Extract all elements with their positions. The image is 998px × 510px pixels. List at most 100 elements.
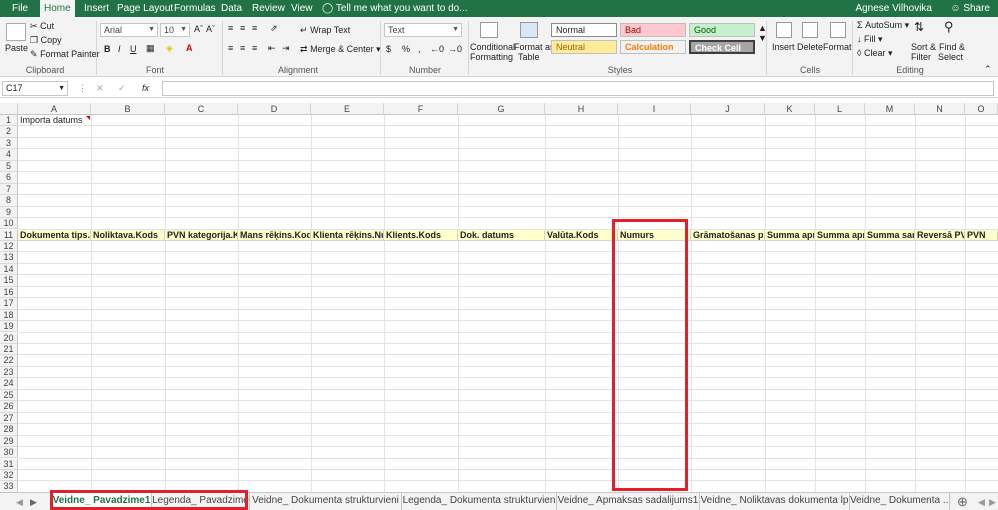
row-header-15[interactable]: 15 — [0, 275, 18, 287]
align-right-icon[interactable]: ≡ — [252, 43, 257, 53]
tab-file[interactable]: File — [8, 0, 32, 17]
column-header-b[interactable]: B — [91, 103, 165, 115]
font-color-icon[interactable]: A — [186, 43, 193, 53]
header-cell-a11[interactable]: Dokumenta tips.K — [18, 229, 91, 241]
scroll-right-icon[interactable]: ▶ — [30, 497, 37, 508]
decrease-font-icon[interactable]: Aˇ — [206, 24, 215, 34]
header-cell-k11[interactable]: Summa apm — [765, 229, 815, 241]
find-select-label2[interactable]: Select — [938, 52, 963, 62]
row-header-16[interactable]: 16 — [0, 286, 18, 299]
sheet-tab-4[interactable]: Legenda_ Dokumenta strukturvien — [402, 493, 557, 510]
font-name-select[interactable]: Arial ▼ — [100, 23, 158, 37]
row-header-32[interactable]: 32 — [0, 469, 18, 482]
increase-font-icon[interactable]: Aˆ — [194, 24, 203, 34]
column-header-c[interactable]: C — [165, 103, 238, 115]
cell-a1[interactable]: Importa datums — [18, 115, 91, 126]
copy-button[interactable]: ❐ Copy — [30, 35, 62, 46]
comma-button[interactable]: , — [418, 44, 421, 54]
row-header-4[interactable]: 4 — [0, 149, 18, 161]
tab-review[interactable]: Review — [248, 0, 289, 17]
scroll-left-icon[interactable]: ◀ — [16, 497, 23, 508]
align-left-icon[interactable]: ≡ — [228, 43, 233, 53]
wrap-text-button[interactable]: ↵ Wrap Text — [300, 25, 350, 36]
find-select-label[interactable]: Find & — [939, 42, 965, 52]
sort-filter-label2[interactable]: Filter — [911, 52, 931, 62]
sheet-tab-3[interactable]: Veidne_ Dokumenta strukturvieni — [250, 493, 402, 510]
row-header-14[interactable]: 14 — [0, 263, 18, 276]
header-cell-g11[interactable]: Dok. datums — [458, 229, 545, 241]
orientation-icon[interactable]: ⇗ — [270, 23, 278, 34]
tab-page-layout[interactable]: Page Layout — [113, 0, 177, 17]
tab-home[interactable]: Home — [40, 0, 75, 17]
row-header-2[interactable]: 2 — [0, 126, 18, 138]
row-header-26[interactable]: 26 — [0, 401, 18, 413]
format-as-table-label2[interactable]: Table — [518, 52, 540, 62]
row-header-29[interactable]: 29 — [0, 435, 18, 447]
row-header-21[interactable]: 21 — [0, 344, 18, 356]
header-cell-d11[interactable]: Mans rēķins.Kods — [238, 229, 311, 241]
row-header-25[interactable]: 25 — [0, 389, 18, 402]
header-cell-o11[interactable]: PVN — [965, 229, 998, 241]
row-header-30[interactable]: 30 — [0, 447, 18, 459]
style-check-cell[interactable]: Check Cell — [689, 40, 755, 54]
merge-center-button[interactable]: ⇄ Merge & Center ▾ — [300, 44, 381, 55]
row-header-17[interactable]: 17 — [0, 298, 18, 310]
delete-button[interactable]: Delete — [797, 42, 823, 52]
format-as-table-label[interactable]: Format as — [514, 42, 555, 52]
cancel-icon[interactable]: ✕ — [96, 83, 104, 94]
row-header-31[interactable]: 31 — [0, 458, 18, 470]
select-all-corner[interactable] — [0, 103, 18, 115]
font-size-select[interactable]: 10 ▼ — [160, 23, 190, 37]
tab-view[interactable]: View — [287, 0, 317, 17]
italic-button[interactable]: I — [118, 44, 121, 54]
row-header-5[interactable]: 5 — [0, 160, 18, 173]
conditional-formatting-label2[interactable]: Formatting — [470, 52, 513, 62]
percent-button[interactable]: % — [402, 44, 410, 54]
row-header-27[interactable]: 27 — [0, 412, 18, 425]
sheet-tab-7[interactable]: Veidne_ Dokumenta ... — [850, 493, 950, 510]
row-header-24[interactable]: 24 — [0, 378, 18, 390]
share-button[interactable]: ☺ Share — [950, 0, 990, 17]
row-header-28[interactable]: 28 — [0, 424, 18, 436]
row-header-11[interactable]: 11 — [0, 229, 18, 241]
style-neutral[interactable]: Neutral — [551, 40, 617, 54]
row-header-12[interactable]: 12 — [0, 240, 18, 253]
column-header-m[interactable]: M — [865, 103, 915, 115]
collapse-ribbon-icon[interactable]: ⌃ — [984, 64, 992, 75]
align-middle-icon[interactable]: ≡ — [240, 23, 245, 33]
autosum-button[interactable]: Σ AutoSum ▾ — [857, 20, 909, 31]
underline-button[interactable]: U — [130, 44, 137, 54]
cut-button[interactable]: ✂ Cut — [30, 21, 54, 32]
header-cell-f11[interactable]: Klients.Kods — [384, 229, 458, 241]
row-header-3[interactable]: 3 — [0, 137, 18, 150]
column-header-n[interactable]: N — [915, 103, 965, 115]
column-header-l[interactable]: L — [815, 103, 865, 115]
formula-input[interactable] — [162, 81, 994, 96]
align-bottom-icon[interactable]: ≡ — [252, 23, 257, 33]
borders-icon[interactable]: ▦ — [146, 43, 155, 54]
name-box[interactable]: C17 ▼ — [2, 81, 68, 96]
decrease-indent-icon[interactable]: ⇤ — [268, 43, 276, 54]
user-name[interactable]: Agnese Vilhovika — [855, 0, 932, 17]
clear-button[interactable]: ◊ Clear ▾ — [857, 48, 893, 59]
sheet-tab-2[interactable]: Legenda_ Pavadzime — [152, 493, 250, 510]
column-header-d[interactable]: D — [238, 103, 311, 115]
sort-filter-label[interactable]: Sort & — [911, 42, 936, 52]
format-painter-button[interactable]: ✎ Format Painter — [30, 49, 100, 60]
align-top-icon[interactable]: ≡ — [228, 23, 233, 33]
tab-scroll-right-icon[interactable]: ▶ — [989, 497, 996, 508]
header-cell-m11[interactable]: Summa sam — [865, 229, 915, 241]
style-normal[interactable]: Normal — [551, 23, 617, 37]
insert-function-button[interactable]: fx — [142, 83, 149, 93]
insert-button[interactable]: Insert — [772, 42, 795, 52]
row-header-23[interactable]: 23 — [0, 366, 18, 379]
header-cell-b11[interactable]: Noliktava.Kods — [91, 229, 165, 241]
header-cell-h11[interactable]: Valūta.Kods — [545, 229, 618, 241]
column-header-g[interactable]: G — [458, 103, 545, 115]
style-bad[interactable]: Bad — [620, 23, 686, 37]
style-calculation[interactable]: Calculation — [620, 40, 686, 54]
number-format-select[interactable]: Text ▼ — [384, 23, 462, 37]
decrease-decimal-icon[interactable]: →0 — [448, 44, 462, 54]
header-cell-n11[interactable]: Reversā PV — [915, 229, 965, 241]
column-header-h[interactable]: H — [545, 103, 618, 115]
